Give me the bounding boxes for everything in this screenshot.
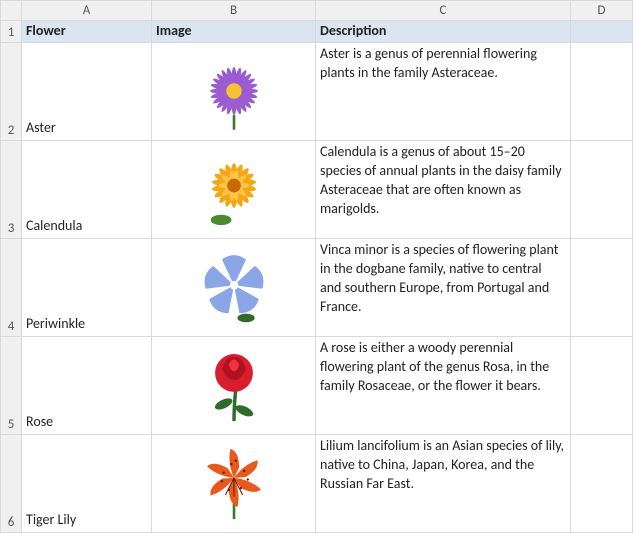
cell-A6[interactable]: Tiger Lily bbox=[22, 435, 152, 533]
cell-A2[interactable]: Aster bbox=[22, 43, 152, 141]
row-header-4[interactable]: 4 bbox=[0, 239, 22, 337]
flower-description: Calendula is a genus of about 15–20 spec… bbox=[320, 143, 566, 219]
cell-D5[interactable] bbox=[571, 337, 633, 435]
col-header-B[interactable]: B bbox=[152, 0, 316, 21]
row-header-2[interactable]: 2 bbox=[0, 43, 22, 141]
flower-name: Aster bbox=[26, 119, 56, 138]
cell-B2[interactable] bbox=[152, 43, 316, 141]
row-header-3[interactable]: 3 bbox=[0, 141, 22, 239]
cell-A3[interactable]: Calendula bbox=[22, 141, 152, 239]
select-all-corner[interactable] bbox=[0, 0, 22, 21]
header-flower: Flower bbox=[26, 22, 66, 41]
flower-image-tigerlily bbox=[191, 440, 277, 526]
cell-C1[interactable]: Description bbox=[316, 21, 571, 43]
flower-name: Tiger Lily bbox=[26, 511, 76, 530]
flower-description: Lilium lancifolium is an Asian species o… bbox=[320, 437, 566, 494]
cell-B5[interactable] bbox=[152, 337, 316, 435]
cell-D4[interactable] bbox=[571, 239, 633, 337]
cell-D6[interactable] bbox=[571, 435, 633, 533]
flower-name: Calendula bbox=[26, 217, 82, 236]
cell-C6[interactable]: Lilium lancifolium is an Asian species o… bbox=[316, 435, 571, 533]
cell-A1[interactable]: Flower bbox=[22, 21, 152, 43]
cell-C3[interactable]: Calendula is a genus of about 15–20 spec… bbox=[316, 141, 571, 239]
flower-image-calendula bbox=[191, 146, 277, 232]
flower-image-rose bbox=[191, 342, 277, 428]
col-header-D[interactable]: D bbox=[571, 0, 633, 21]
spreadsheet-grid[interactable]: A B C D 1 Flower Image Description 2 Ast… bbox=[0, 0, 633, 533]
cell-B4[interactable] bbox=[152, 239, 316, 337]
cell-B3[interactable] bbox=[152, 141, 316, 239]
cell-B1[interactable]: Image bbox=[152, 21, 316, 43]
flower-image-periwinkle bbox=[191, 244, 277, 330]
flower-description: Vinca minor is a species of flowering pl… bbox=[320, 241, 566, 317]
cell-D3[interactable] bbox=[571, 141, 633, 239]
flower-name: Periwinkle bbox=[26, 315, 85, 334]
flower-image-aster bbox=[191, 48, 277, 134]
col-header-C[interactable]: C bbox=[316, 0, 571, 21]
flower-description: Aster is a genus of perennial flowering … bbox=[320, 45, 566, 83]
cell-A5[interactable]: Rose bbox=[22, 337, 152, 435]
header-image: Image bbox=[156, 22, 192, 41]
col-header-A[interactable]: A bbox=[22, 0, 152, 21]
cell-C2[interactable]: Aster is a genus of perennial flowering … bbox=[316, 43, 571, 141]
header-description: Description bbox=[320, 22, 386, 41]
cell-A4[interactable]: Periwinkle bbox=[22, 239, 152, 337]
cell-C4[interactable]: Vinca minor is a species of flowering pl… bbox=[316, 239, 571, 337]
row-header-6[interactable]: 6 bbox=[0, 435, 22, 533]
cell-B6[interactable] bbox=[152, 435, 316, 533]
flower-description: A rose is either a woody perennial flowe… bbox=[320, 339, 566, 396]
cell-D2[interactable] bbox=[571, 43, 633, 141]
row-header-1[interactable]: 1 bbox=[0, 21, 22, 43]
flower-name: Rose bbox=[26, 413, 53, 432]
cell-D1[interactable] bbox=[571, 21, 633, 43]
cell-C5[interactable]: A rose is either a woody perennial flowe… bbox=[316, 337, 571, 435]
row-header-5[interactable]: 5 bbox=[0, 337, 22, 435]
